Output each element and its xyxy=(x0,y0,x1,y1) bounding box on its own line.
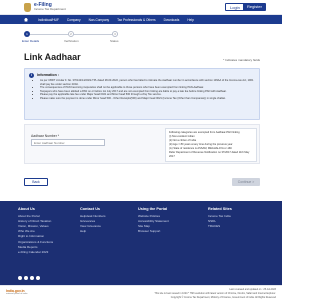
twitter-icon[interactable] xyxy=(24,276,28,280)
footer-col-about: About Us About the Portal History of Dir… xyxy=(18,207,53,255)
social-links xyxy=(18,276,40,280)
nav-item-individual[interactable]: Individual/HUF xyxy=(38,18,59,22)
info-title: Information : xyxy=(37,73,59,77)
progress-stepper: 1 2 3 Enter Details Verification Status xyxy=(22,31,124,45)
nav-item-tax-professionals[interactable]: Tax Professionals & Others xyxy=(117,18,155,22)
copyright: Copyright © Income Tax Department, Minis… xyxy=(170,295,276,299)
aadhaar-label: Aadhaar Number * xyxy=(31,134,60,138)
register-button[interactable]: Register xyxy=(243,3,266,11)
login-button[interactable]: Login xyxy=(225,3,245,11)
info-icon: i xyxy=(29,73,34,78)
step-2-indicator: 2 xyxy=(68,31,74,37)
footer-col-contact: Contact Us Helpdesk Numbers Grievances V… xyxy=(80,207,106,234)
mandatory-note: * Indicates mandatory fields xyxy=(223,58,260,62)
emblem-icon xyxy=(24,2,31,12)
india-gov-logo-sub: national portal of india xyxy=(6,293,28,295)
back-button[interactable]: Back xyxy=(24,178,48,186)
step-connector xyxy=(74,34,112,35)
main-nav: Individual/HUF Company Non-Company Tax P… xyxy=(0,15,282,24)
footer-link[interactable]: Income Tax India xyxy=(208,214,232,219)
footer-col-using-portal: Using the Portal Website Policies Access… xyxy=(138,207,169,234)
youtube-icon[interactable] xyxy=(30,276,34,280)
exemption-line: (i) Non-resident Indian xyxy=(169,135,195,138)
continue-button[interactable]: Continue > xyxy=(232,178,260,186)
footer-heading: Using the Portal xyxy=(138,207,168,211)
instagram-icon[interactable] xyxy=(36,276,40,280)
efiling-logo[interactable]: e-Filing Income Tax Department xyxy=(24,2,66,12)
step-2-label: Verification xyxy=(64,39,79,43)
site-footer: About Us About the Portal History of Dir… xyxy=(0,201,282,285)
info-list: As per CBDT circular F. No. 370142/14/20… xyxy=(37,79,258,101)
facebook-icon[interactable] xyxy=(18,276,22,280)
step-1-label: Enter Details xyxy=(22,39,40,43)
footer-heading: Related Sites xyxy=(208,207,232,211)
footer-col-related: Related Sites Income Tax India NSDL TRAC… xyxy=(208,207,232,229)
page-title: Link Aadhaar xyxy=(24,52,81,62)
india-gov-logo[interactable]: India.gov.in national portal of india xyxy=(6,289,27,295)
exemption-line: Following categories are exempted from A… xyxy=(169,131,240,134)
footer-heading: Contact Us xyxy=(80,207,101,211)
aadhaar-input[interactable] xyxy=(31,139,105,146)
exemption-line: Refer Department of Revenue Notification… xyxy=(169,151,250,158)
footer-link[interactable]: Help xyxy=(80,229,106,234)
aadhaar-form: Aadhaar Number * Following categories ar… xyxy=(24,124,260,164)
footer-link[interactable]: TRACES xyxy=(208,224,232,229)
logo-subtitle: Income Tax Department xyxy=(34,7,66,11)
nav-item-non-company[interactable]: Non-Company xyxy=(89,18,110,22)
browser-note: This site is best viewed in 1024 * 768 r… xyxy=(154,291,276,295)
footer-link[interactable]: Organizations & Functions xyxy=(18,240,53,245)
footer-link[interactable]: Browser Support xyxy=(138,229,169,234)
info-item: Please make sure the payment is done und… xyxy=(40,97,258,101)
exemption-card: Following categories are exempted from A… xyxy=(165,128,257,162)
nav-item-company[interactable]: Company xyxy=(67,18,81,22)
step-1-indicator: 1 xyxy=(24,31,30,37)
exemption-line: (ii) Not a citizen of India xyxy=(169,139,197,142)
top-header: e-Filing Income Tax Department Login Reg… xyxy=(0,0,282,15)
step-connector xyxy=(30,34,68,35)
last-updated: Last reviewed and updated on : 25-Jul-20… xyxy=(229,287,276,291)
footer-heading: About Us xyxy=(18,207,35,211)
step-3-indicator: 3 xyxy=(112,31,118,37)
footer-link[interactable]: Helpdesk Numbers xyxy=(80,214,106,219)
step-3-label: Status xyxy=(110,39,119,43)
footer-link[interactable]: e-Filing Calendar 2023 xyxy=(18,250,53,255)
nav-item-help[interactable]: Help xyxy=(187,18,194,22)
exemption-line: (iv) State of residence is ASSAM, MEGHAL… xyxy=(169,147,233,150)
exemption-line: (iii) Age = 80 years at any time during … xyxy=(169,143,233,146)
information-panel: i Information : As per CBDT circular F. … xyxy=(24,68,260,120)
footer-bottom: India.gov.in national portal of india La… xyxy=(0,285,282,301)
nav-item-downloads[interactable]: Downloads xyxy=(164,18,180,22)
home-icon[interactable] xyxy=(22,15,30,24)
